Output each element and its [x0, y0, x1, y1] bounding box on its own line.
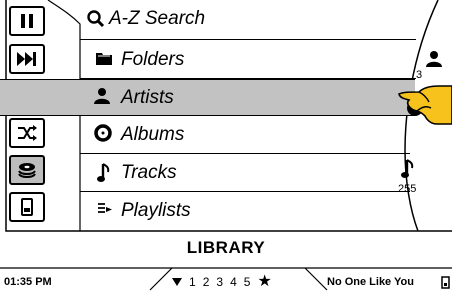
menu-item-label: Albums — [121, 123, 185, 145]
ipod-small-icon — [441, 276, 450, 289]
menu-item-playlists[interactable]: Playlists — [0, 192, 415, 229]
media-player-screen: A-Z Search Folders Artists Albums Tracks… — [0, 0, 452, 296]
now-playing-title: No One Like You — [327, 276, 414, 288]
clock: 01:35 PM — [4, 276, 52, 288]
rating-mark-1[interactable]: 1 — [189, 275, 196, 289]
rating-bar[interactable]: 1 2 3 4 5 ★ — [172, 273, 272, 291]
search-icon — [86, 8, 110, 30]
artists-count: 3 — [416, 69, 423, 81]
tracks-count: 255 — [398, 183, 417, 195]
menu-item-a-z-search[interactable]: A-Z Search — [0, 0, 415, 37]
tracks-count-icon — [401, 159, 414, 178]
disc-icon — [94, 123, 118, 146]
rating-mark-4[interactable]: 4 — [230, 275, 237, 289]
menu-item-folders[interactable]: Folders — [0, 41, 415, 78]
playlist-icon — [97, 200, 121, 222]
menu-item-albums[interactable]: Albums — [0, 116, 415, 153]
screen-title: LIBRARY — [186, 238, 266, 257]
menu-item-label: Tracks — [121, 161, 177, 183]
pointing-hand-icon — [398, 85, 452, 125]
menu-divider — [80, 39, 416, 40]
folder-icon — [95, 49, 119, 71]
menu-item-label: Folders — [121, 48, 185, 70]
menu-item-label: Playlists — [121, 199, 191, 221]
music-note-icon — [97, 162, 121, 184]
rating-mark-5[interactable]: 5 — [244, 275, 251, 289]
rating-dropdown-icon — [172, 278, 182, 286]
menu-item-label: Artists — [121, 86, 174, 108]
rating-mark-2[interactable]: 2 — [203, 275, 210, 289]
person-icon — [93, 87, 117, 109]
menu-item-label: A-Z Search — [109, 7, 206, 29]
menu-item-artists[interactable]: Artists — [0, 79, 415, 116]
rating-mark-3[interactable]: 3 — [216, 275, 223, 289]
star-icon[interactable]: ★ — [257, 271, 271, 291]
artists-count-icon — [426, 51, 442, 67]
menu-item-tracks[interactable]: Tracks — [0, 154, 415, 191]
